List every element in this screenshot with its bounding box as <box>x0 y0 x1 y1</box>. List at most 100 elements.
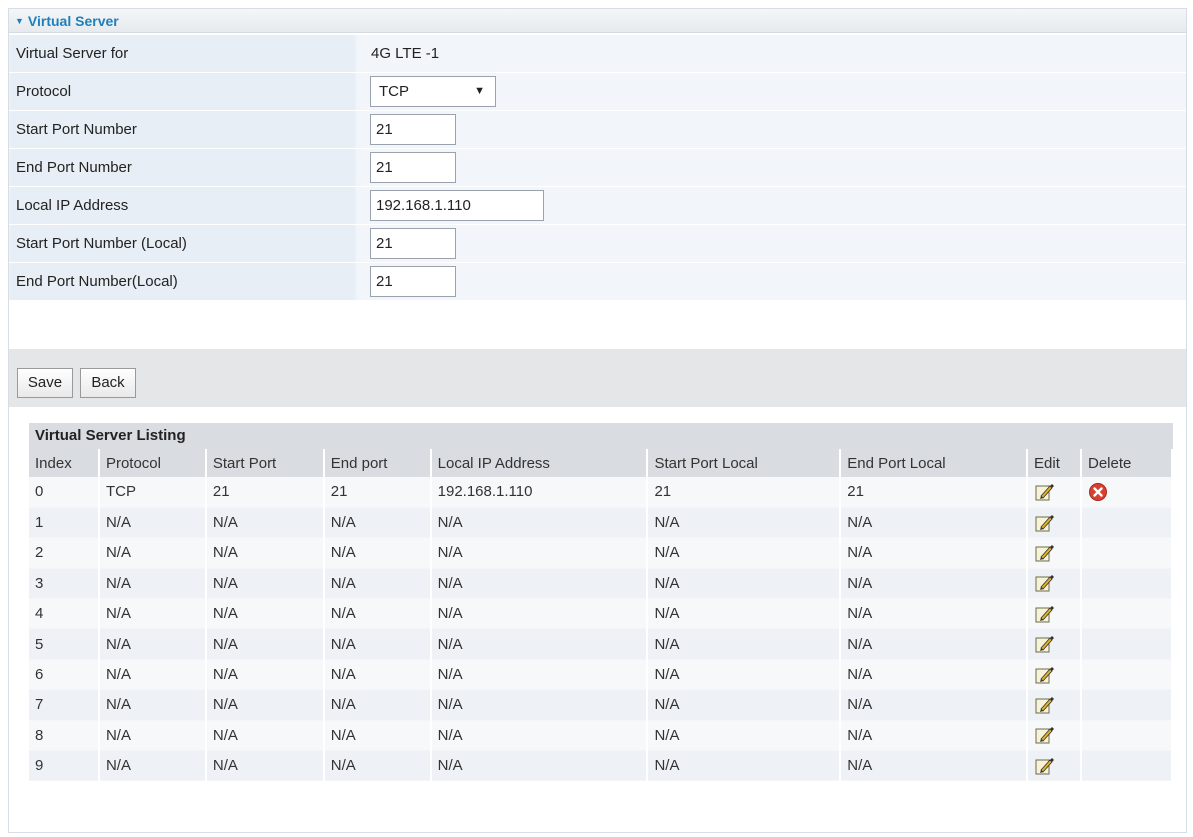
collapse-caret-icon[interactable]: ▼ <box>15 9 24 33</box>
edit-pencil-icon[interactable] <box>1034 634 1055 654</box>
col-end-port: End port <box>323 449 432 477</box>
label-virtual-server-for: Virtual Server for <box>10 35 355 72</box>
edit-pencil-icon[interactable] <box>1034 725 1055 745</box>
cell-index: 7 <box>29 689 100 721</box>
row-start-port: Start Port Number 21 <box>9 111 1186 148</box>
cell-end-port-local: N/A <box>840 689 1029 721</box>
row-end-port: End Port Number 21 <box>9 149 1186 186</box>
edit-pencil-icon[interactable] <box>1034 482 1055 502</box>
protocol-select[interactable]: TCP ▼ <box>370 76 496 107</box>
cell-edit <box>1027 628 1082 660</box>
cell-delete <box>1081 537 1173 569</box>
cell-start-port-local: N/A <box>647 537 842 569</box>
cell-start-port: N/A <box>205 537 325 569</box>
table-row: 7 N/A N/A N/A N/A N/A N/A <box>29 689 1173 721</box>
col-local-ip: Local IP Address <box>430 449 649 477</box>
cell-start-port: N/A <box>205 720 325 752</box>
col-start-port: Start Port <box>205 449 325 477</box>
cell-index: 8 <box>29 720 100 752</box>
section-header[interactable]: ▼ Virtual Server <box>9 9 1186 33</box>
cell-edit <box>1027 477 1082 508</box>
end-port-local-input[interactable]: 21 <box>370 266 456 297</box>
end-port-input[interactable]: 21 <box>370 152 456 183</box>
cell-start-port-local: N/A <box>647 568 842 600</box>
section-title-text: Virtual Server <box>27 13 119 29</box>
edit-pencil-icon[interactable] <box>1034 513 1055 533</box>
cell-protocol: N/A <box>98 659 207 691</box>
cell-end-port: N/A <box>323 659 432 691</box>
save-button[interactable]: Save <box>17 368 73 398</box>
cell-end-port-local: N/A <box>840 537 1029 569</box>
table-header-row: Index Protocol Start Port End port Local… <box>29 449 1173 477</box>
protocol-selected-value: TCP <box>379 83 409 100</box>
cell-start-port: 21 <box>205 477 325 508</box>
cell-index: 6 <box>29 659 100 691</box>
cell-local-ip: N/A <box>430 628 649 660</box>
label-protocol: Protocol <box>10 73 355 110</box>
edit-pencil-icon[interactable] <box>1034 665 1055 685</box>
row-protocol: Protocol TCP ▼ <box>9 73 1186 110</box>
edit-pencil-icon[interactable] <box>1034 604 1055 624</box>
button-bar: Save Back <box>9 349 1186 407</box>
cell-end-port-local: N/A <box>840 628 1029 660</box>
cell-protocol: TCP <box>98 477 207 508</box>
start-port-local-input[interactable]: 21 <box>370 228 456 259</box>
dropdown-arrow-icon: ▼ <box>474 85 485 97</box>
table-row: 0 TCP 21 21 192.168.1.110 21 21 <box>29 477 1173 508</box>
cell-start-port-local: 21 <box>647 477 842 508</box>
cell-edit <box>1027 689 1082 721</box>
edit-pencil-icon[interactable] <box>1034 543 1055 563</box>
cell-protocol: N/A <box>98 507 207 539</box>
cell-local-ip: N/A <box>430 659 649 691</box>
cell-start-port-local: N/A <box>647 720 842 752</box>
back-button[interactable]: Back <box>80 368 136 398</box>
row-end-port-local: End Port Number(Local) 21 <box>9 263 1186 300</box>
cell-edit <box>1027 659 1082 691</box>
cell-start-port: N/A <box>205 750 325 782</box>
row-local-ip: Local IP Address 192.168.1.110 <box>9 187 1186 224</box>
cell-delete <box>1081 689 1173 721</box>
virtual-server-listing: Virtual Server Listing Index Protocol St… <box>29 423 1173 782</box>
table-row: 5 N/A N/A N/A N/A N/A N/A <box>29 628 1173 660</box>
listing-table: Index Protocol Start Port End port Local… <box>29 449 1173 782</box>
cell-index: 3 <box>29 568 100 600</box>
cell-protocol: N/A <box>98 628 207 660</box>
table-row: 9 N/A N/A N/A N/A N/A N/A <box>29 750 1173 782</box>
cell-edit <box>1027 537 1082 569</box>
cell-start-port: N/A <box>205 568 325 600</box>
cell-index: 0 <box>29 477 100 508</box>
label-end-port-local: End Port Number(Local) <box>10 263 355 300</box>
table-row: 3 N/A N/A N/A N/A N/A N/A <box>29 568 1173 600</box>
cell-delete <box>1081 628 1173 660</box>
cell-local-ip: N/A <box>430 568 649 600</box>
label-local-ip: Local IP Address <box>10 187 355 224</box>
cell-start-port-local: N/A <box>647 689 842 721</box>
col-protocol: Protocol <box>98 449 207 477</box>
cell-end-port-local: N/A <box>840 659 1029 691</box>
listing-title: Virtual Server Listing <box>29 423 1173 449</box>
edit-pencil-icon[interactable] <box>1034 756 1055 776</box>
cell-end-port-local: N/A <box>840 750 1029 782</box>
start-port-input[interactable]: 21 <box>370 114 456 145</box>
edit-pencil-icon[interactable] <box>1034 695 1055 715</box>
cell-end-port-local: N/A <box>840 568 1029 600</box>
cell-index: 9 <box>29 750 100 782</box>
delete-x-icon[interactable] <box>1088 482 1108 502</box>
label-start-port-local: Start Port Number (Local) <box>10 225 355 262</box>
cell-end-port: 21 <box>323 477 432 508</box>
col-edit: Edit <box>1027 449 1082 477</box>
cell-start-port-local: N/A <box>647 750 842 782</box>
local-ip-input[interactable]: 192.168.1.110 <box>370 190 544 221</box>
cell-start-port: N/A <box>205 689 325 721</box>
cell-edit <box>1027 598 1082 630</box>
table-row: 8 N/A N/A N/A N/A N/A N/A <box>29 720 1173 752</box>
cell-end-port-local: 21 <box>840 477 1029 508</box>
cell-start-port: N/A <box>205 628 325 660</box>
edit-pencil-icon[interactable] <box>1034 573 1055 593</box>
cell-delete <box>1081 659 1173 691</box>
table-row: 6 N/A N/A N/A N/A N/A N/A <box>29 659 1173 691</box>
cell-edit <box>1027 720 1082 752</box>
col-end-port-local: End Port Local <box>840 449 1029 477</box>
cell-end-port: N/A <box>323 507 432 539</box>
cell-protocol: N/A <box>98 689 207 721</box>
